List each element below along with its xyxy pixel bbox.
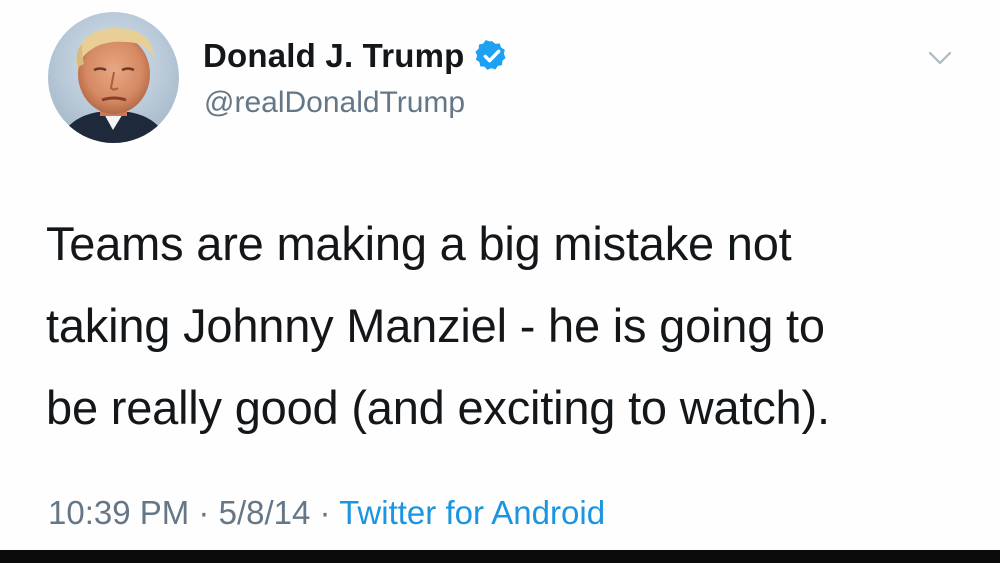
bottom-border xyxy=(0,550,1000,563)
tweet-metadata: 10:39 PM · 5/8/14 · Twitter for Android xyxy=(48,494,605,532)
meta-separator: · xyxy=(198,494,210,531)
profile-photo-icon xyxy=(48,12,179,143)
display-name[interactable]: Donald J. Trump xyxy=(203,37,465,75)
tweet-date[interactable]: 5/8/14 xyxy=(219,494,311,531)
user-handle[interactable]: @realDonaldTrump xyxy=(204,86,465,120)
tweet-source-link[interactable]: Twitter for Android xyxy=(339,494,605,531)
verified-badge-icon xyxy=(474,39,509,73)
user-name-row[interactable]: Donald J. Trump xyxy=(203,36,509,76)
tweet-text: Teams are making a big mistake not takin… xyxy=(46,203,966,449)
tweet-card: Donald J. Trump @realDonaldTrump Teams a… xyxy=(0,0,1000,550)
tweet-text-line: Teams are making a big mistake not xyxy=(46,217,792,270)
avatar[interactable] xyxy=(48,12,179,143)
tweet-text-line: be really good (and exciting to watch). xyxy=(46,381,830,434)
tweet-text-line: taking Johnny Manziel - he is going to xyxy=(46,299,825,352)
tweet-time[interactable]: 10:39 PM xyxy=(48,494,189,531)
meta-separator: · xyxy=(319,494,331,531)
chevron-down-icon[interactable] xyxy=(920,38,960,78)
